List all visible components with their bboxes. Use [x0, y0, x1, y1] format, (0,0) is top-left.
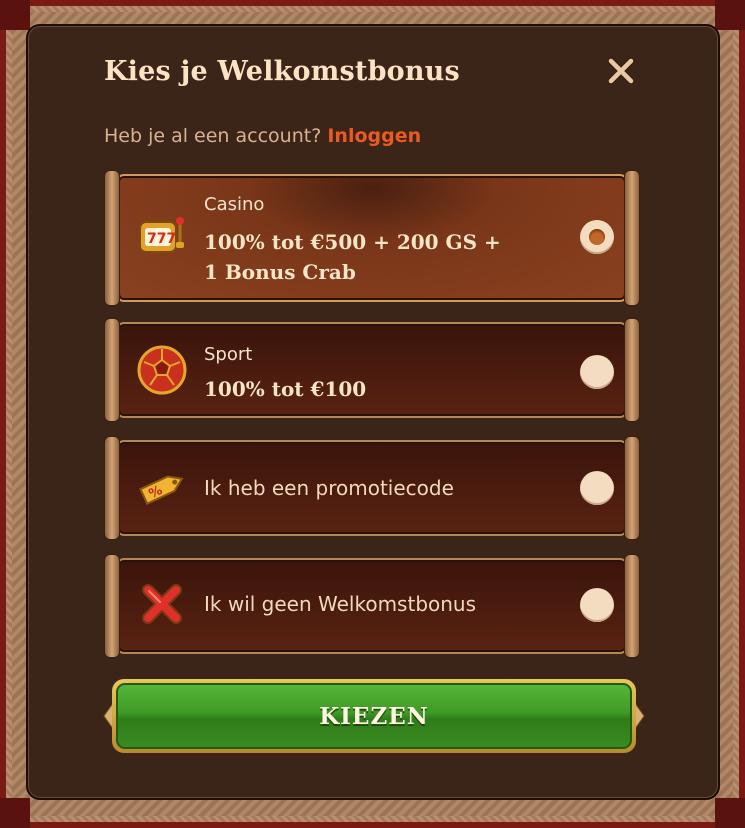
option-sport[interactable]: Sport 100% tot €100	[104, 318, 640, 422]
frame-corner	[715, 798, 745, 828]
option-casino-offer-line2: 1 Bonus Crab	[204, 260, 356, 284]
frame-corner	[715, 0, 745, 30]
option-cap-right	[624, 436, 640, 540]
promo-tag-icon: %	[139, 475, 184, 506]
frame-corner	[0, 798, 30, 828]
choose-button[interactable]: KIEZEN	[103, 677, 645, 755]
option-cap-right	[624, 170, 640, 306]
option-no-bonus[interactable]: Ik wil geen Welkomstbonus	[104, 554, 640, 658]
option-sport-offer: 100% tot €100	[204, 377, 367, 401]
close-icon	[607, 57, 635, 85]
football-icon	[137, 345, 187, 395]
option-cap-right	[624, 554, 640, 658]
close-button[interactable]	[604, 54, 638, 88]
login-link[interactable]: Inloggen	[327, 125, 421, 147]
choose-button-label: KIEZEN	[319, 702, 429, 730]
radio-casino[interactable]	[580, 220, 614, 254]
option-promo-code[interactable]: % Ik heb een promotiecode	[104, 436, 640, 540]
option-no-bonus-label: Ik wil geen Welkomstbonus	[204, 592, 477, 616]
radio-promo[interactable]	[580, 471, 614, 505]
option-casino-offer-line1: 100% tot €500 + 200 GS +	[204, 230, 501, 254]
button-frame: KIEZEN	[112, 679, 636, 753]
option-cap-left	[104, 554, 120, 658]
option-cap-right	[624, 318, 640, 422]
account-prompt: Heb je al een account? Inloggen	[104, 125, 421, 147]
option-sport-label: Sport	[204, 344, 253, 365]
frame-corner	[0, 0, 30, 30]
account-prompt-text: Heb je al een account?	[104, 125, 322, 147]
svg-text:777: 777	[147, 231, 176, 247]
option-casino-label: Casino	[204, 194, 265, 215]
option-casino[interactable]: 777 Casino 100% tot €500 + 200 GS + 1 Bo…	[104, 170, 640, 306]
option-card	[116, 322, 628, 418]
option-cap-left	[104, 318, 120, 422]
option-promo-label: Ik heb een promotiecode	[204, 476, 454, 500]
option-cap-left	[104, 436, 120, 540]
button-face: KIEZEN	[116, 683, 632, 749]
slot-machine-icon: 777	[139, 217, 184, 253]
no-bonus-x-icon	[142, 584, 182, 624]
modal-title: Kies je Welkomstbonus	[104, 56, 460, 87]
radio-no-bonus[interactable]	[580, 588, 614, 622]
option-cap-left	[104, 170, 120, 306]
radio-sport[interactable]	[580, 355, 614, 389]
